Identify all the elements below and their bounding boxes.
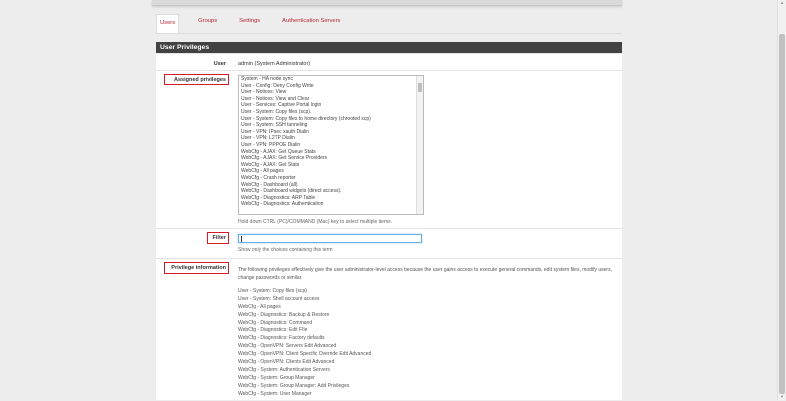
- tab-groups[interactable]: Groups: [195, 14, 220, 31]
- privilege-option[interactable]: User - Notices: View: [239, 89, 423, 96]
- list-item: WebCfg - System: Group Manager: Add Priv…: [238, 382, 350, 389]
- privilege-option[interactable]: User - System: Copy files to home direct…: [239, 116, 423, 123]
- list-item: WebCfg - All pages: [238, 303, 281, 310]
- privilege-option[interactable]: System - HA node sync: [239, 76, 423, 83]
- page-scrollbar[interactable]: ▲ ▼: [777, 0, 786, 400]
- privilege-option[interactable]: WebCfg - Crash reporter: [239, 175, 423, 182]
- admin-privilege-list: User - System: Copy files (scp) User - Sy…: [238, 288, 371, 398]
- scroll-up-icon[interactable]: ▲: [778, 0, 786, 6]
- filter-row: Filter: [156, 228, 622, 259]
- privilege-information-label: Privilege information: [171, 265, 226, 271]
- text-caret: [241, 236, 242, 242]
- privilege-option[interactable]: User - Services: Captive Portal login: [239, 102, 423, 109]
- list-item: WebCfg - Diagnostics: Edit FIle: [238, 327, 308, 334]
- assigned-privileges-select[interactable]: System - HA node sync User - Config: Deny…: [238, 75, 424, 215]
- list-item: WebCfg - System: Group Manager: [238, 374, 315, 381]
- privilege-option[interactable]: WebCfg - AJAX: Get Queue Stats: [239, 149, 423, 156]
- filter-input[interactable]: [238, 234, 422, 243]
- filter-help: Show only the choices containing this te…: [238, 247, 333, 253]
- assigned-privileges-label: Assigned privileges: [174, 76, 226, 83]
- top-header-bar: [152, 0, 622, 6]
- user-privileges-panel: User Privileges User admin (System Admin…: [156, 42, 622, 400]
- privilege-option[interactable]: User - VPN: PPPOE Dialin: [239, 142, 423, 149]
- list-item: WebCfg - OpenVPN: Servers Edit Advanced: [238, 343, 337, 350]
- list-item: WebCfg - Diagnostics: Backup & Restore: [238, 311, 330, 318]
- list-item: User - System: Copy files (scp): [238, 288, 307, 294]
- tab-authentication-servers[interactable]: Authentication Servers: [279, 14, 343, 31]
- privilege-information-text: The following privileges effectively giv…: [238, 267, 612, 281]
- tab-settings[interactable]: Settings: [236, 14, 263, 31]
- assigned-privileges-help: Hold down CTRL (PC)/COMMAND (Mac) key to…: [238, 219, 393, 225]
- list-item: WebCfg - Diagnostics: Command: [238, 319, 313, 326]
- privilege-option[interactable]: WebCfg - All pages: [239, 168, 423, 175]
- privilege-option[interactable]: WebCfg - Dashboard widgets (direct acces…: [239, 188, 423, 195]
- privilege-option[interactable]: WebCfg - AJAX: Get Stats: [239, 162, 423, 169]
- filter-label: Filter: [212, 235, 226, 241]
- panel-title: User Privileges: [156, 42, 622, 53]
- privilege-option[interactable]: User - Notices: View and Clear: [239, 96, 423, 103]
- privilege-option[interactable]: WebCfg - Dashboard (all): [239, 182, 423, 189]
- list-item: WebCfg - Diagnostics: Factory defaults: [238, 335, 325, 342]
- list-item: User - System: Shell account access: [238, 295, 320, 302]
- tab-users[interactable]: Users: [156, 14, 180, 33]
- list-item: WebCfg - System: User Manager: [238, 390, 312, 397]
- user-row: User admin (System Administrator): [156, 53, 622, 71]
- privilege-option[interactable]: User - System: Copy files (scp).: [239, 109, 423, 116]
- privilege-option[interactable]: WebCfg - AJAX: Get Service Providers: [239, 155, 423, 162]
- list-item: WebCfg - System: Authentication Servers: [238, 366, 330, 373]
- page-scroll-thumb[interactable]: [779, 34, 785, 394]
- listbox-scrollbar[interactable]: [416, 76, 423, 214]
- user-value: admin (System Administrator): [238, 61, 311, 67]
- listbox-scroll-thumb[interactable]: [418, 83, 422, 92]
- privilege-option[interactable]: User - System: SSH tunneling: [239, 122, 423, 129]
- tab-divider: [156, 33, 622, 34]
- privilege-option[interactable]: User - VPN: IPsec xauth Dialin: [239, 129, 423, 136]
- privilege-option[interactable]: User - Config: Deny Config Write: [239, 83, 423, 90]
- list-item: WebCfg - OpenVPN: Clients Edit Advanced: [238, 359, 335, 366]
- privilege-option[interactable]: WebCfg - Diagnostics: Authentication: [239, 201, 423, 208]
- privilege-option[interactable]: WebCfg - Diagnostics: ARP Table: [239, 195, 423, 202]
- list-item: WebCfg - OpenVPN: Client Specific Overri…: [238, 351, 372, 358]
- user-label: User: [213, 61, 226, 67]
- privilege-option[interactable]: User - VPN: L2TP Dialin: [239, 135, 423, 142]
- scroll-down-icon[interactable]: ▼: [778, 394, 786, 400]
